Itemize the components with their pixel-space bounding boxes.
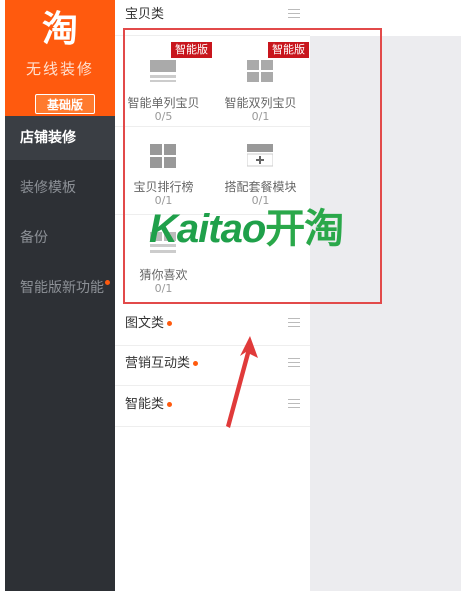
nav-label: 店铺装修 [20,130,76,146]
grid-icon [150,144,176,168]
category-marketing[interactable]: 营销互动类 [115,346,310,386]
new-dot [105,280,110,285]
double-column-icon [247,60,273,82]
nav-label: 装修模板 [20,180,76,196]
module-name: 猜你喜欢 [139,268,188,282]
module-name: 智能单列宝贝 [127,96,200,110]
category-smart[interactable]: 智能类 [115,387,310,427]
brand-header: 淘 无线装修 基础版 [5,0,115,116]
nav-backup[interactable]: 备份 [5,216,115,260]
drag-handle-icon[interactable] [288,358,300,370]
category-label: 智能类 [125,387,173,423]
nav-smart-new-features[interactable]: 智能版新功能 [5,266,115,310]
brand-subtitle: 无线装修 [25,60,94,78]
edition-badge[interactable]: 基础版 [35,94,95,114]
nav-shop-decoration[interactable]: 店铺装修 [5,116,115,160]
module-count: 0/1 [154,282,173,295]
red-arrow-icon [226,336,258,428]
canvas-header [310,0,461,36]
smart-badge: 智能版 [171,42,212,58]
new-dot [193,361,199,366]
nav-label: 智能版新功能 [20,280,104,296]
new-dot [167,402,173,407]
drag-handle-icon[interactable] [288,399,300,411]
category-label: 营销互动类 [125,346,199,382]
new-dot [167,321,173,326]
nav-decoration-templates[interactable]: 装修模板 [5,166,115,210]
category-label: 宝贝类 [125,7,165,22]
module-name: 智能双列宝贝 [224,96,297,110]
module-smart-single-column[interactable]: 智能版 智能单列宝贝 0/5 [115,36,212,126]
nav-label: 备份 [20,230,48,246]
smart-badge: 智能版 [268,42,309,58]
category-graphic-text[interactable]: 图文类 [115,306,310,346]
module-panel: 宝贝类 智能版 智能单列宝贝 0/5 智能版 智能双列宝贝 0/1 宝贝排行榜 … [115,0,310,591]
drag-handle-icon[interactable] [288,9,300,21]
canvas-area [310,36,461,591]
kaitao-watermark: Kaitao开淘 [149,207,344,251]
module-count: 0/5 [154,110,173,123]
module-smart-double-column[interactable]: 智能版 智能双列宝贝 0/1 [212,36,309,126]
module-count: 0/1 [251,110,270,123]
left-sidebar: 淘 无线装修 基础版 店铺装修 装修模板 备份 智能版新功能 [5,0,115,591]
module-name: 宝贝排行榜 [133,180,194,194]
category-label: 图文类 [125,306,173,342]
combo-icon [247,144,273,167]
taobao-logo: 淘 [41,9,78,50]
category-baby[interactable]: 宝贝类 [115,0,310,36]
drag-handle-icon[interactable] [288,318,300,330]
module-name: 搭配套餐模块 [224,180,297,194]
single-column-icon [150,60,176,82]
